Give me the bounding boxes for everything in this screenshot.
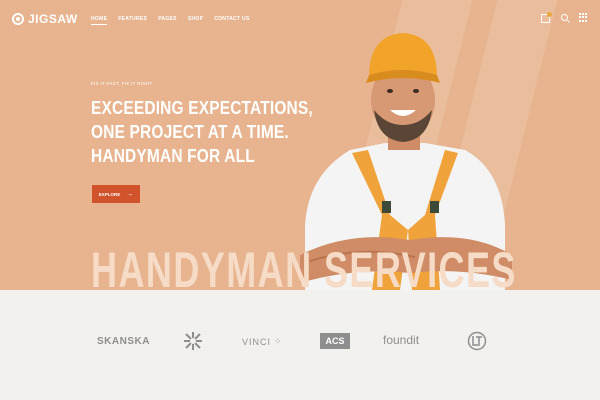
lt-logo-icon	[467, 331, 487, 351]
arrow-right-icon: →	[126, 190, 134, 198]
explore-label: EXPLORE	[98, 191, 121, 197]
header-actions	[541, 12, 588, 23]
cart-badge	[547, 12, 552, 17]
main-nav: HOME FEATURES PAGES SHOP CONTACT US	[91, 16, 250, 25]
shopping-bag-icon[interactable]	[541, 12, 552, 23]
nav-pages[interactable]: PAGES	[158, 16, 177, 25]
partner-logo-foundit: foundit	[383, 333, 420, 347]
logo-icon	[12, 13, 24, 25]
nav-contact-us[interactable]: CONTACT US	[214, 16, 249, 25]
partners-band	[0, 290, 600, 400]
logo-text: JIGSAW	[28, 12, 78, 26]
headline-line: HANDYMAN FOR ALL	[91, 146, 255, 166]
vinci-mark-icon: ⁘	[274, 336, 283, 346]
partner-logo-vinci: VINCI ⁘	[242, 336, 283, 347]
vinci-text: VINCI	[242, 336, 272, 347]
partner-logo-acs: ACS	[320, 333, 350, 349]
search-icon[interactable]	[561, 14, 568, 21]
headline-line: EXCEEDING EXPECTATIONS,	[91, 98, 313, 118]
headline-line: ONE PROJECT AT A TIME.	[91, 122, 289, 142]
snowflake-logo-icon	[184, 332, 202, 350]
explore-button[interactable]: EXPLORE →	[92, 185, 140, 203]
services-title: HANDYMAN SERVICES	[91, 242, 517, 298]
partner-logo-skanska: SKANSKA	[97, 336, 150, 347]
hero-headline: EXCEEDING EXPECTATIONS, ONE PROJECT AT A…	[91, 96, 349, 168]
brand-logo[interactable]: JIGSAW	[12, 12, 78, 26]
grid-menu-icon[interactable]	[579, 13, 588, 22]
nav-features[interactable]: FEATURES	[118, 16, 147, 25]
nav-shop[interactable]: SHOP	[188, 16, 203, 25]
nav-home[interactable]: HOME	[91, 16, 108, 25]
hero-eyebrow: FIX IT FAST, FIX IT RIGHT	[91, 81, 153, 86]
